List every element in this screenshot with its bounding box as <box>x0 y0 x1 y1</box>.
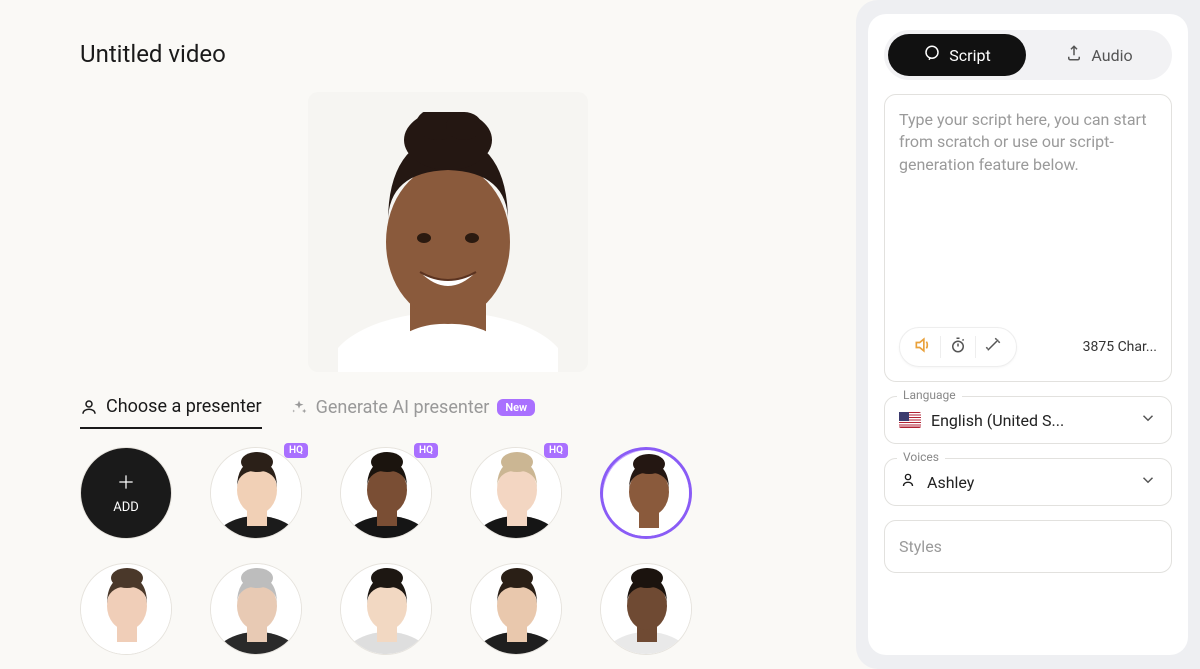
person-icon <box>80 398 98 416</box>
tab-script-label: Script <box>949 46 990 65</box>
presenter-cell <box>80 563 172 655</box>
presenter-avatar-icon <box>603 450 689 536</box>
chevron-down-icon <box>1139 471 1157 493</box>
presenter-option[interactable] <box>340 563 432 655</box>
add-label: ADD <box>113 500 139 515</box>
presenter-cell: HQ <box>210 447 302 539</box>
voice-person-icon <box>899 471 917 493</box>
upload-icon <box>1065 44 1083 66</box>
tab-audio-label: Audio <box>1091 46 1132 65</box>
presenter-grid: ADD HQ HQ <box>80 447 816 655</box>
right-panel: Script Audio <box>868 14 1188 655</box>
script-toolbar: 3875 Char... <box>899 327 1157 367</box>
add-presenter-button[interactable]: ADD <box>80 447 172 539</box>
presenter-option[interactable] <box>80 563 172 655</box>
new-badge: New <box>497 399 535 416</box>
presenter-avatar-icon <box>341 448 431 538</box>
tab-generate-label: Generate AI presenter <box>316 397 490 418</box>
hq-badge: HQ <box>284 443 308 458</box>
presenter-avatar-icon <box>211 448 301 538</box>
presenter-avatar-icon <box>471 564 561 654</box>
presenter-option[interactable] <box>470 563 562 655</box>
magic-button[interactable] <box>976 332 1010 362</box>
preview-area <box>80 92 816 372</box>
tab-choose-label: Choose a presenter <box>106 396 262 417</box>
language-value: English (United S... <box>931 411 1129 430</box>
script-box: 3875 Char... <box>884 94 1172 382</box>
presenter-preview-avatar <box>338 112 558 372</box>
presenter-cell <box>470 563 562 655</box>
editor-left-panel: Untitled video <box>0 0 856 669</box>
chevron-down-icon <box>1139 409 1157 431</box>
presenter-option[interactable] <box>340 447 432 539</box>
presenter-avatar-icon <box>341 564 431 654</box>
chat-icon <box>923 44 941 66</box>
plus-icon <box>116 472 136 496</box>
presenter-preview[interactable] <box>308 92 588 372</box>
voices-select[interactable]: Voices Ashley <box>884 458 1172 506</box>
hq-badge: HQ <box>544 443 568 458</box>
script-input[interactable] <box>899 109 1157 319</box>
presenter-cell: HQ <box>470 447 562 539</box>
presenter-cell <box>600 447 692 539</box>
script-tool-group <box>899 327 1017 367</box>
presenter-tabs: Choose a presenter Generate AI presenter… <box>80 396 816 429</box>
voices-value: Ashley <box>927 473 1129 492</box>
presenter-option[interactable] <box>600 447 692 539</box>
presenter-avatar-icon <box>601 564 691 654</box>
presenter-cell <box>600 563 692 655</box>
tab-generate-ai-presenter[interactable]: Generate AI presenter New <box>290 397 536 428</box>
styles-select[interactable]: Styles <box>884 520 1172 573</box>
us-flag-icon <box>899 412 921 428</box>
styles-placeholder: Styles <box>899 537 942 556</box>
language-label: Language <box>897 388 962 402</box>
presenter-cell <box>210 563 302 655</box>
tab-choose-presenter[interactable]: Choose a presenter <box>80 396 262 429</box>
right-panel-wrap: Script Audio <box>856 0 1200 669</box>
presenter-avatar-icon <box>211 564 301 654</box>
char-count: 3875 Char... <box>1083 339 1157 355</box>
presenter-avatar-icon <box>81 564 171 654</box>
presenter-option[interactable] <box>210 447 302 539</box>
tab-script[interactable]: Script <box>888 34 1026 76</box>
stopwatch-icon <box>949 336 967 358</box>
presenter-option[interactable] <box>470 447 562 539</box>
speaker-icon <box>913 335 933 359</box>
voices-label: Voices <box>897 450 945 464</box>
page-title: Untitled video <box>80 40 816 68</box>
pace-button[interactable] <box>941 332 975 362</box>
listen-button[interactable] <box>906 332 940 362</box>
presenter-avatar-icon <box>471 448 561 538</box>
language-select[interactable]: Language English (United S... <box>884 396 1172 444</box>
sparkles-icon <box>290 399 308 417</box>
script-audio-tabs: Script Audio <box>884 30 1172 80</box>
presenter-option[interactable] <box>210 563 302 655</box>
presenter-cell: HQ <box>340 447 432 539</box>
presenter-add-cell: ADD <box>80 447 172 539</box>
wand-icon <box>984 336 1002 358</box>
hq-badge: HQ <box>414 443 438 458</box>
tab-audio[interactable]: Audio <box>1030 34 1168 76</box>
presenter-option[interactable] <box>600 563 692 655</box>
presenter-cell <box>340 563 432 655</box>
